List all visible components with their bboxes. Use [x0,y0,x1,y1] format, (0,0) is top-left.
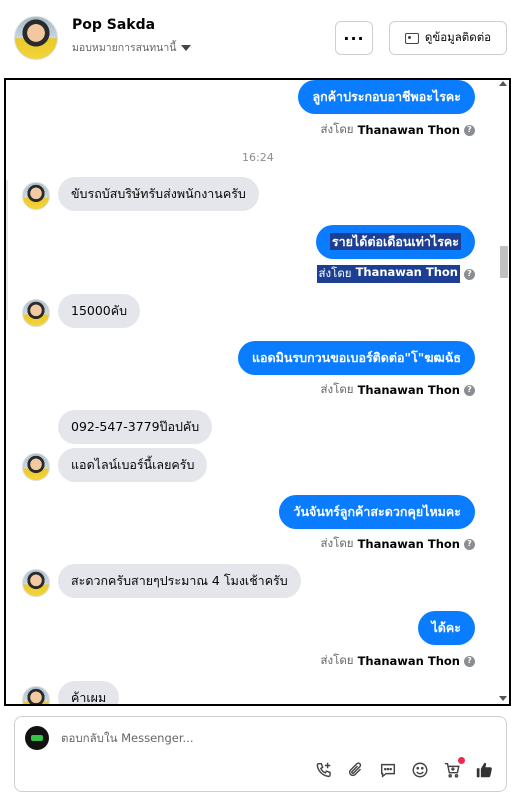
sender-avatar[interactable] [22,453,50,481]
conversation-header: Pop Sakda มอบหมายการสนทนานี้ ··· ดูข้อมู… [0,0,511,78]
view-contact-button[interactable]: ดูข้อมูลติดต่อ [389,21,507,55]
scroll-up-arrow[interactable] [499,81,507,86]
page-avatar [25,726,49,750]
sent-by-prefix: ส่งโดย [318,266,352,280]
assign-label: มอบหมายการสนทนานี้ [72,42,177,54]
reply-composer [14,716,507,792]
help-icon[interactable]: ? [464,268,475,280]
sent-by-prefix: ส่งโดย [320,382,354,396]
phone-plus-icon[interactable] [314,760,334,780]
assign-conversation-dropdown[interactable]: มอบหมายการสนทนานี้ [72,39,192,56]
sent-by-prefix: ส่งโดย [320,122,354,136]
sent-by-label: ส่งโดย Thanawan Thon ? [316,265,475,283]
message-thread[interactable]: ลูกค้าประกอบอาชีพอะไรคะ ส่งโดย Thanawan … [4,78,511,706]
outgoing-message[interactable]: ได้คะ [417,611,475,645]
more-options-button[interactable]: ··· [335,21,373,55]
outgoing-message[interactable]: แอดมินรบกวนขอเบอร์ติดต่อ"โ"ฆฒฉัธ [237,341,475,375]
outgoing-message[interactable]: รายได้ต่อเดือนเท่าไรคะ [315,225,475,259]
sender-avatar[interactable] [22,299,50,327]
sender-avatar[interactable] [22,569,50,597]
sent-by-label: ส่งโดย Thanawan Thon ? [321,652,475,670]
like-icon[interactable] [474,760,494,780]
sent-by-label: ส่งโดย Thanawan Thon ? [321,121,475,139]
sender-name: Thanawan Thon [355,265,458,279]
saved-reply-icon[interactable] [378,760,398,780]
reply-input[interactable] [61,731,481,745]
sender-name: Thanawan Thon [357,654,460,668]
notification-dot [458,757,465,764]
attachment-icon[interactable] [346,760,366,780]
user-name[interactable]: Pop Sakda [72,17,155,33]
sender-name: Thanawan Thon [357,383,460,397]
user-avatar[interactable] [14,16,58,60]
incoming-message[interactable]: สะดวกครับสายๆประมาณ 4 โมงเช้าครับ [58,564,301,598]
chevron-down-icon [181,45,192,51]
incoming-message[interactable]: ขับรถบัสบริษัทรับส่งพนักงานครับ [58,177,259,211]
help-icon[interactable]: ? [464,124,475,136]
timestamp: 16:24 [242,151,274,164]
outgoing-message[interactable]: วันจันทร์ลูกค้าสะดวกคุยไหมคะ [279,495,475,529]
help-icon[interactable]: ? [464,384,475,396]
selected-sent-by: ส่งโดย Thanawan Thon [316,265,460,283]
sent-by-prefix: ส่งโดย [320,653,354,667]
incoming-message[interactable]: 092-547-3779ป๊อปคับ [58,410,213,444]
sender-name: Thanawan Thon [357,537,460,551]
incoming-message[interactable]: แอดไลน์เบอร์นี้เลยครับ [58,448,208,482]
sender-avatar[interactable] [22,182,50,210]
sent-by-prefix: ส่งโดย [320,536,354,550]
sent-by-label: ส่งโดย Thanawan Thon ? [321,535,475,553]
outgoing-message[interactable]: ลูกค้าประกอบอาชีพอะไรคะ [298,80,475,114]
message-text: รายได้ต่อเดือนเท่าไรคะ [329,233,461,250]
cart-icon[interactable] [442,757,465,780]
sender-name: Thanawan Thon [357,123,460,137]
incoming-message[interactable]: 15000คับ [58,294,141,328]
scroll-down-arrow[interactable] [499,696,507,701]
emoji-icon[interactable] [410,760,430,780]
composer-toolbar [314,757,494,780]
gutter-line [6,180,8,320]
sent-by-label: ส่งโดย Thanawan Thon ? [321,381,475,399]
help-icon[interactable]: ? [464,538,475,550]
help-icon[interactable]: ? [464,655,475,667]
sender-avatar[interactable] [22,686,50,704]
view-contact-label: ดูข้อมูลติดต่อ [424,30,492,44]
incoming-message[interactable]: ค้าเผม [58,681,120,704]
contact-card-icon [404,32,419,44]
scrollbar-thumb[interactable] [500,246,508,278]
